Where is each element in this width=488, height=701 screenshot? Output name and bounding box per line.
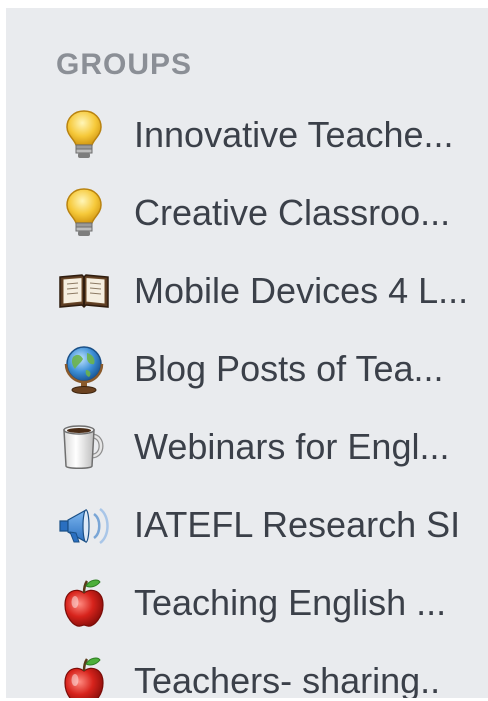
- group-label: Blog Posts of Tea...: [134, 348, 444, 389]
- megaphone-icon: [54, 495, 114, 555]
- group-label: IATEFL Research SI: [134, 504, 461, 545]
- group-item-iatefl-research[interactable]: IATEFL Research SI: [6, 486, 488, 564]
- book-icon: [54, 261, 114, 321]
- lightbulb-icon: [54, 105, 114, 165]
- lightbulb-icon: [54, 183, 114, 243]
- group-item-blog-posts[interactable]: Blog Posts of Tea...: [6, 330, 488, 408]
- group-label: Creative Classroo...: [134, 192, 451, 233]
- apple-icon: [54, 651, 114, 698]
- mug-icon: [54, 417, 114, 477]
- group-item-webinars[interactable]: Webinars for Engl...: [6, 408, 488, 486]
- group-list: Innovative Teache... Creative Classroo..…: [6, 96, 488, 698]
- group-item-mobile-devices[interactable]: Mobile Devices 4 L...: [6, 252, 488, 330]
- group-label: Innovative Teache...: [134, 114, 454, 155]
- group-label: Mobile Devices 4 L...: [134, 270, 469, 311]
- group-item-teachers-sharing[interactable]: Teachers- sharing..: [6, 642, 488, 698]
- group-label: Teachers- sharing..: [134, 660, 441, 698]
- groups-heading: GROUPS: [56, 48, 193, 81]
- group-item-creative-classroom[interactable]: Creative Classroo...: [6, 174, 488, 252]
- apple-icon: [54, 573, 114, 633]
- group-label: Teaching English ...: [134, 582, 447, 623]
- globe-icon: [54, 339, 114, 399]
- group-label: Webinars for Engl...: [134, 426, 450, 467]
- group-item-teaching-english[interactable]: Teaching English ...: [6, 564, 488, 642]
- groups-sidebar: GROUPS Innovative Teache... Creative Cla…: [6, 8, 488, 698]
- group-item-innovative-teachers[interactable]: Innovative Teache...: [6, 96, 488, 174]
